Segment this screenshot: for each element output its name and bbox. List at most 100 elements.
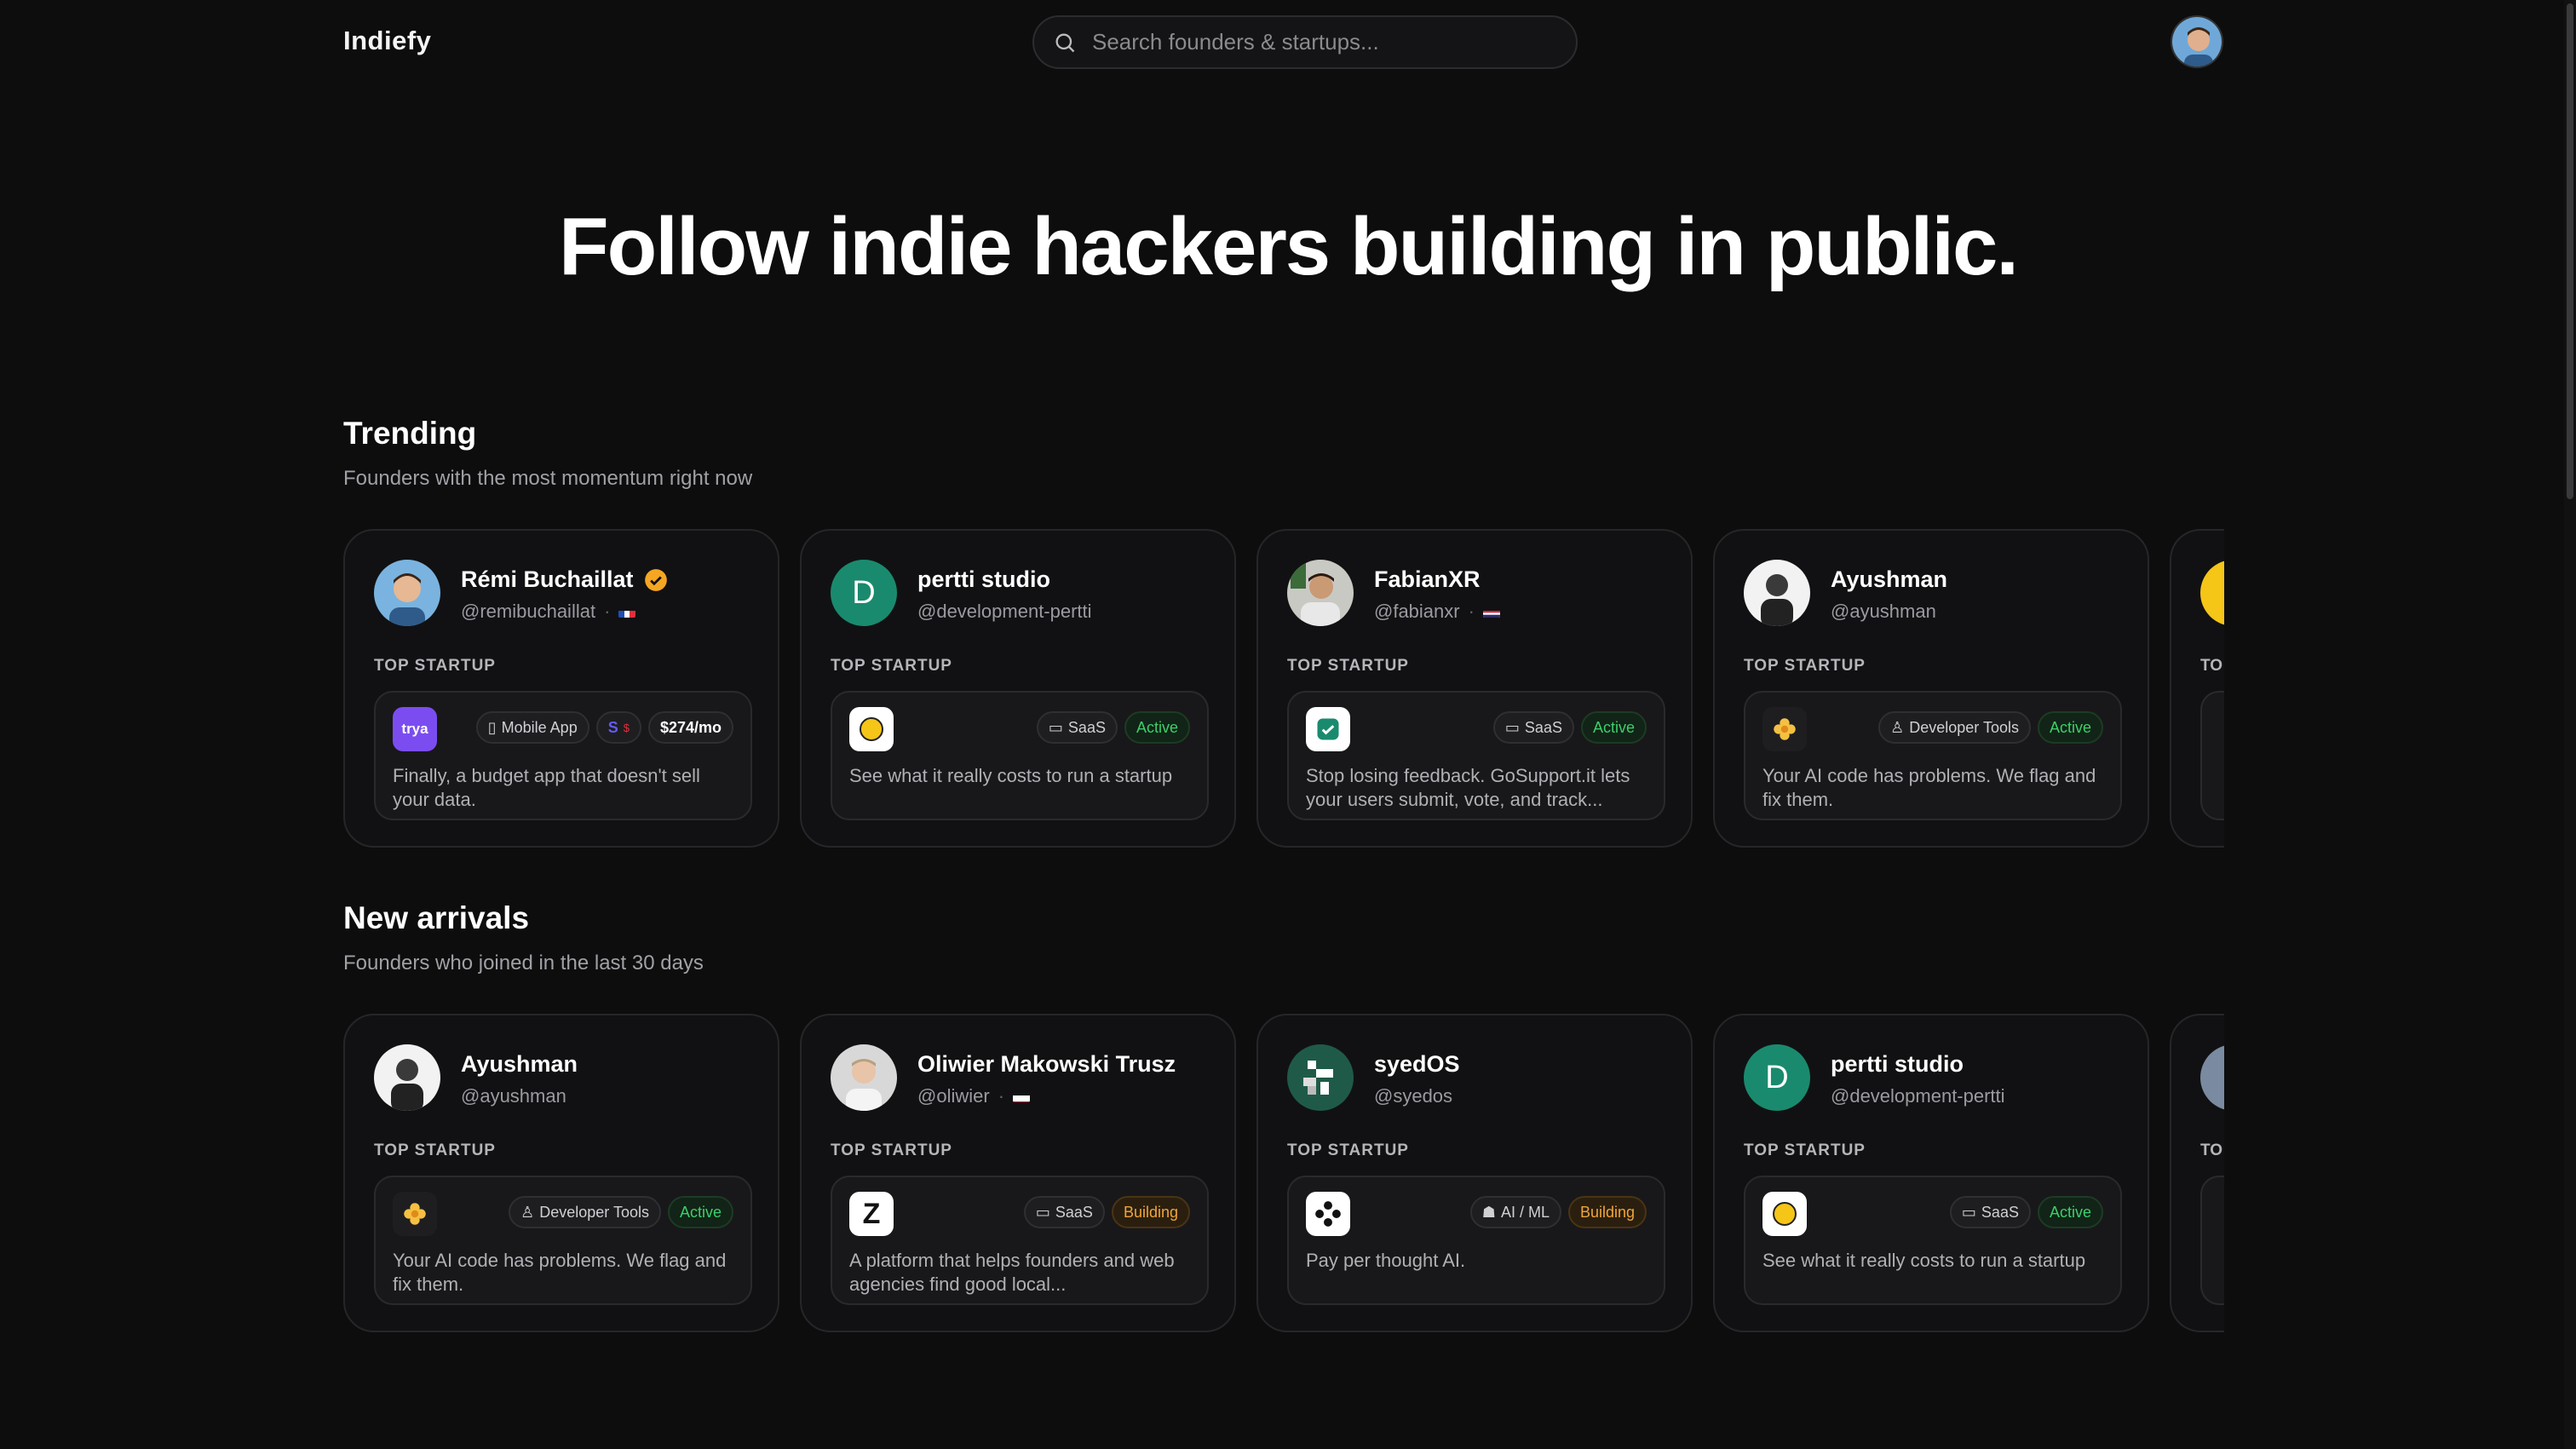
app-logo[interactable]: Indiefy (343, 26, 431, 56)
startup-description: Pay per thought AI. (1306, 1250, 1466, 1271)
france-flag-icon (618, 606, 636, 618)
founder-name-row: FabianXR (1374, 566, 1481, 593)
founder-handle-row: @fabianxr · (1374, 601, 1500, 623)
flower-logo-icon (1762, 707, 1807, 751)
founder-avatar (374, 1044, 440, 1111)
founder-card[interactable]: FabianXR @fabianxr · TOP STARTUP ▭ SaaS Ac… (1256, 529, 1693, 848)
mrr-chip: $274/mo (647, 711, 733, 744)
mobile-icon: ▯ (487, 718, 497, 736)
startup-card[interactable]: ▭ SaaS Active Stop losing feedback. GoSup… (1287, 691, 1665, 820)
founder-handle-row: @ayushman (1831, 601, 1936, 623)
founder-name[interactable]: Ayushman (1831, 566, 1947, 593)
top-startup-label: TOP STARTUP (374, 657, 496, 675)
laptop-icon: ▭ (1035, 1203, 1050, 1221)
startup-logo-icon (1762, 1192, 1807, 1236)
developer-icon: ♙ (1890, 718, 1905, 736)
startup-card[interactable]: ♙ Developer Tools Active Your AI code has… (1744, 691, 2122, 820)
poland-flag-icon (1013, 1090, 1031, 1102)
founder-avatar (2200, 1044, 2224, 1111)
top-startup-label: TOP STARTUP (1287, 657, 1409, 675)
startup-card[interactable]: Z ▭ SaaS Building A platform that helps f… (831, 1176, 1209, 1305)
top-startup-label: TOP STARTUP (1744, 657, 1866, 675)
thailand-flag-icon (1482, 606, 1500, 618)
robot-icon: ☗ (1481, 1203, 1496, 1221)
founder-handle: @fabianxr (1374, 601, 1460, 622)
startup-description: Your AI code has problems. We flag and f… (1762, 765, 2096, 810)
founder-name[interactable]: Ayushman (461, 1051, 578, 1078)
startup-description: See what it really costs to run a startu… (849, 765, 1173, 786)
founder-card[interactable]: Ayushman @ayushman TOP STARTUP ♙ Develope… (343, 1014, 779, 1332)
laptop-icon: ▭ (1961, 1203, 1976, 1221)
startup-card[interactable] (2200, 691, 2224, 820)
founder-name-row: Oliwier Makowski Trusz (917, 1051, 1176, 1078)
stripe-icon: S (607, 718, 618, 736)
status-chip: Active (667, 1196, 733, 1228)
startup-description: A platform that helps founders and web a… (849, 1250, 1175, 1295)
founder-card-partial[interactable]: TO (2170, 1014, 2224, 1332)
founder-name-row: syedOS (1374, 1051, 1460, 1078)
founder-handle-row: @development-pertti (917, 601, 1092, 623)
founder-card[interactable]: D pertti studio @development-pertti TOP … (800, 529, 1236, 848)
founder-name-row: Ayushman (461, 1051, 578, 1078)
startup-card[interactable]: ▭ SaaS Active See what it really costs to… (1744, 1176, 2122, 1305)
startup-card[interactable]: ♙ Developer Tools Active Your AI code has… (374, 1176, 752, 1305)
founder-card[interactable]: syedOS @syedos TOP STARTUP ☗ AI / ML Buil… (1256, 1014, 1693, 1332)
category-chip: ▯ Mobile App (475, 711, 589, 744)
founder-name[interactable]: syedOS (1374, 1051, 1460, 1078)
startup-description: Stop losing feedback. GoSupport.it lets … (1306, 765, 1630, 810)
founder-handle: @oliwier (917, 1085, 990, 1107)
category-chip: ▭ SaaS (1023, 1196, 1105, 1228)
search-bar[interactable] (1032, 15, 1578, 69)
founder-card[interactable]: D pertti studio @development-pertti TOP … (1713, 1014, 2149, 1332)
status-chip: Active (2037, 1196, 2103, 1228)
search-input[interactable] (1092, 29, 1552, 55)
search-icon (1055, 33, 1075, 52)
startup-card[interactable]: trya ▯ Mobile App S $ $274/mo Finally, a b… (374, 691, 752, 820)
top-startup-label: TOP STARTUP (374, 1141, 496, 1159)
stripe-chip: S $ (595, 711, 641, 744)
founder-card[interactable]: Ayushman @ayushman TOP STARTUP ♙ Develope… (1713, 529, 2149, 848)
founder-name[interactable]: pertti studio (1831, 1051, 1964, 1078)
founder-handle: @ayushman (1831, 601, 1936, 622)
startup-logo-icon (849, 707, 894, 751)
startup-card[interactable]: ▭ SaaS Active See what it really costs to… (831, 691, 1209, 820)
top-startup-label: TO (2200, 657, 2223, 675)
status-chip: Building (1567, 1196, 1647, 1228)
founder-handle: @ayushman (461, 1085, 566, 1107)
trending-subtitle: Founders with the most momentum right no… (343, 467, 753, 490)
founder-avatar (1287, 1044, 1354, 1111)
new-arrivals-row: Ayushman @ayushman TOP STARTUP ♙ Develope… (343, 1014, 2224, 1334)
laptop-icon: ▭ (1048, 718, 1063, 736)
founder-handle-row: @ayushman (461, 1085, 566, 1107)
founder-name[interactable]: Oliwier Makowski Trusz (917, 1051, 1176, 1078)
founder-name-row: Rémi Buchaillat (461, 566, 668, 593)
category-chip: ♙ Developer Tools (509, 1196, 661, 1228)
category-chip: ☗ AI / ML (1469, 1196, 1561, 1228)
top-startup-label: TOP STARTUP (831, 657, 952, 675)
founder-card[interactable]: Rémi Buchaillat @remibuchaillat · TOP STA… (343, 529, 779, 848)
founder-card[interactable]: Oliwier Makowski Trusz @oliwier · TOP STA… (800, 1014, 1236, 1332)
top-startup-label: TOP STARTUP (1287, 1141, 1409, 1159)
startup-card[interactable]: ☗ AI / ML Building Pay per thought AI. (1287, 1176, 1665, 1305)
founder-name[interactable]: FabianXR (1374, 566, 1481, 593)
founder-card-partial[interactable]: TO (2170, 529, 2224, 848)
startup-description: Finally, a budget app that doesn't sell … (393, 765, 700, 810)
founder-handle: @development-pertti (917, 601, 1092, 622)
founder-handle-row: @remibuchaillat · (461, 601, 636, 623)
status-chip: Active (2037, 711, 2103, 744)
founder-name[interactable]: Rémi Buchaillat (461, 566, 634, 593)
check-logo-icon (1306, 707, 1350, 751)
founder-name[interactable]: pertti studio (917, 566, 1050, 593)
founder-avatar (831, 1044, 897, 1111)
startup-card[interactable] (2200, 1176, 2224, 1305)
status-chip: Active (1124, 711, 1190, 744)
status-chip: Active (1580, 711, 1647, 744)
founder-name-row: pertti studio (1831, 1051, 1964, 1078)
founder-avatar (1744, 560, 1810, 626)
startup-description: Your AI code has problems. We flag and f… (393, 1250, 727, 1295)
user-avatar[interactable] (2171, 15, 2223, 68)
hero-title: Follow indie hackers building in public. (558, 201, 2019, 292)
top-startup-label: TOP STARTUP (831, 1141, 952, 1159)
top-startup-label: TO (2200, 1141, 2223, 1159)
category-chip: ▭ SaaS (1036, 711, 1118, 744)
